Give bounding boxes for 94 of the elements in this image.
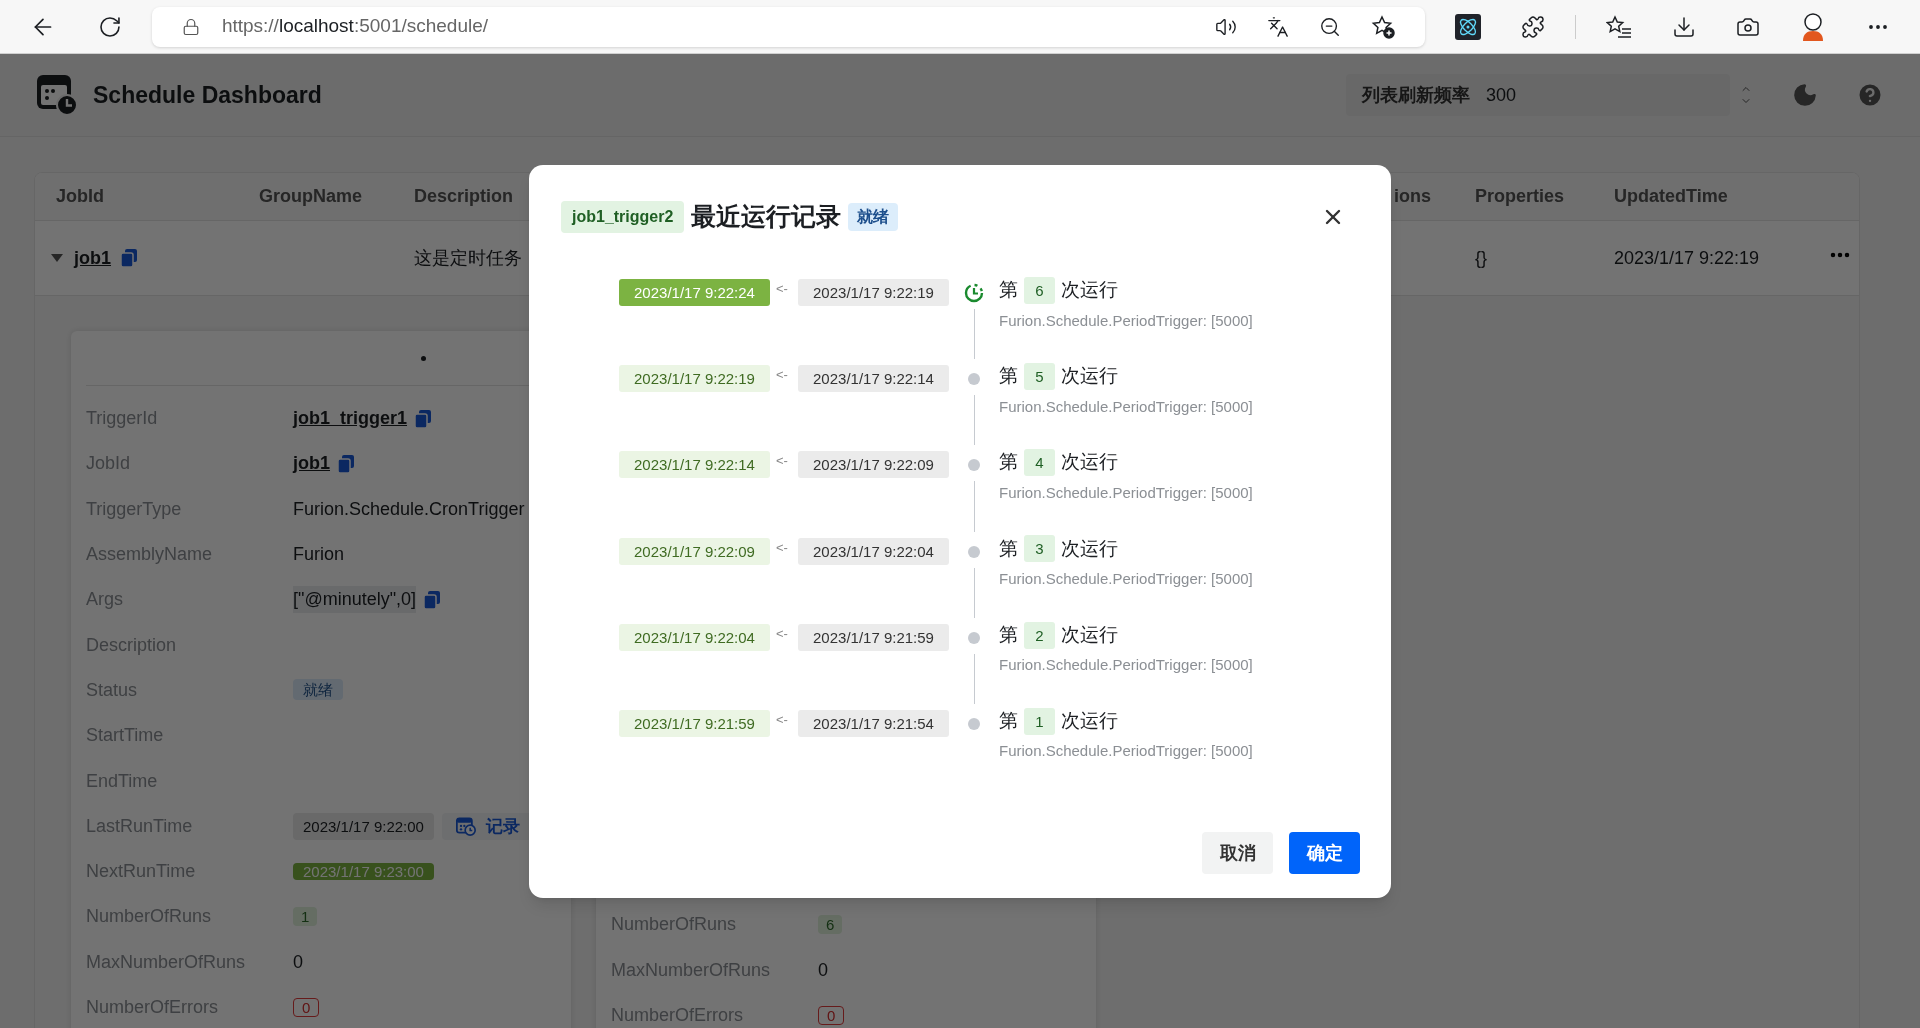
copy-icon[interactable] <box>424 590 441 609</box>
arrow-text: <- <box>776 538 789 557</box>
field-value: 0 <box>818 959 828 980</box>
count-tag: 1 <box>293 906 318 926</box>
run-time-tag: 2023/1/17 9:22:14 <box>619 451 770 479</box>
status-tag: 就绪 <box>293 679 343 701</box>
run-label: 次运行 <box>1061 622 1118 647</box>
run-number: 6 <box>1024 276 1055 304</box>
column-header: GroupName <box>259 185 364 208</box>
copy-icon[interactable] <box>121 249 137 267</box>
table-cell-text: 2023/1/17 9:22:19 <box>1614 246 1761 270</box>
clock-icon <box>964 283 984 303</box>
run-detail: Furion.Schedule.PeriodTrigger: [5000] <box>999 482 1253 503</box>
previous-time-tag: 2023/1/17 9:21:54 <box>798 709 949 737</box>
run-detail: Furion.Schedule.PeriodTrigger: [5000] <box>999 310 1253 331</box>
args-value: ["@minutely",0] <box>293 586 417 614</box>
table-cell-text: 这是定时任务 <box>414 246 523 270</box>
time-tag: 2023/1/17 9:22:00 <box>293 812 434 840</box>
table-cell-text: {} <box>1475 246 1489 270</box>
run-label: 第 <box>999 364 1018 389</box>
calendar-clock-icon <box>455 816 476 837</box>
calendar-clock-icon <box>36 74 78 116</box>
link[interactable]: job1 <box>293 450 330 478</box>
column-header: ions <box>1394 185 1432 208</box>
run-label: 次运行 <box>1061 364 1118 389</box>
run-number: 5 <box>1024 362 1055 390</box>
run-time-tag: 2023/1/17 9:22:04 <box>619 623 770 651</box>
url-text: https://localhost:5001/schedule/ <box>221 14 489 39</box>
column-header: UpdatedTime <box>1614 185 1729 208</box>
zoom-out-icon[interactable] <box>1319 15 1341 38</box>
reload-icon[interactable] <box>97 14 122 39</box>
field-value: Furion.Schedule.CronTrigger <box>293 498 525 519</box>
help-icon[interactable] <box>1856 81 1884 109</box>
error-count-tag: 0 <box>818 1005 845 1025</box>
run-time-tag: 2023/1/17 9:21:59 <box>619 709 770 737</box>
run-label: 第 <box>999 708 1018 733</box>
arrow-text: <- <box>776 710 789 729</box>
run-time-tag: 2023/1/17 9:22:09 <box>619 537 770 565</box>
run-detail: Furion.Schedule.PeriodTrigger: [5000] <box>999 396 1253 417</box>
previous-time-tag: 2023/1/17 9:22:19 <box>798 279 949 306</box>
column-header: JobId <box>56 185 105 208</box>
error-count-tag: 0 <box>293 997 320 1017</box>
translate-icon[interactable] <box>1267 15 1289 38</box>
star-plus-icon[interactable] <box>1371 14 1395 39</box>
run-label: 次运行 <box>1061 450 1118 475</box>
link[interactable]: job1_trigger1 <box>293 405 408 433</box>
previous-time-tag: 2023/1/17 9:22:09 <box>798 451 949 479</box>
run-label: 次运行 <box>1061 278 1118 302</box>
run-number: 2 <box>1024 621 1055 649</box>
run-label: 第 <box>999 450 1018 475</box>
arrow-text: <- <box>776 624 789 643</box>
puzzle-icon[interactable] <box>1521 14 1545 39</box>
previous-time-tag: 2023/1/17 9:21:59 <box>798 623 949 651</box>
run-label: 第 <box>999 536 1018 561</box>
run-label: 第 <box>999 278 1018 302</box>
column-header: Properties <box>1475 185 1566 208</box>
column-header: Description <box>414 185 515 208</box>
arrow-text: <- <box>776 366 789 385</box>
run-number: 1 <box>1024 707 1055 735</box>
run-label: 次运行 <box>1061 536 1118 561</box>
previous-time-tag: 2023/1/17 9:22:04 <box>798 537 949 565</box>
run-detail: Furion.Schedule.PeriodTrigger: [5000] <box>999 569 1253 590</box>
run-time-tag: 2023/1/17 9:22:19 <box>619 365 770 393</box>
trigger-tag: job1_trigger2 <box>561 201 685 233</box>
arrow-text: <- <box>776 280 789 298</box>
download-icon[interactable] <box>1672 14 1696 39</box>
moon-icon[interactable] <box>1792 82 1818 108</box>
run-label: 次运行 <box>1061 708 1118 733</box>
run-number: 3 <box>1024 535 1055 563</box>
run-time-tag: 2023/1/17 9:22:24 <box>619 279 770 306</box>
time-tag: 2023/1/17 9:23:00 <box>293 863 434 881</box>
status-tag: 就绪 <box>848 203 899 231</box>
field-value: Furion <box>293 544 345 565</box>
run-detail: Furion.Schedule.PeriodTrigger: [5000] <box>999 741 1253 762</box>
run-detail: Furion.Schedule.PeriodTrigger: [5000] <box>999 655 1253 676</box>
previous-time-tag: 2023/1/17 9:22:14 <box>798 365 949 393</box>
confirm-button[interactable]: 确定 <box>1289 832 1360 874</box>
dialog-title: 最近运行记录 <box>691 201 842 233</box>
run-number: 4 <box>1024 449 1055 477</box>
run-label: 第 <box>999 622 1018 647</box>
field-value: 0 <box>293 951 303 972</box>
react-extension-icon[interactable] <box>1455 13 1481 40</box>
copy-icon[interactable] <box>338 454 354 473</box>
count-tag: 6 <box>818 914 843 934</box>
cancel-button[interactable]: 取消 <box>1202 832 1273 874</box>
copy-icon[interactable] <box>415 409 432 428</box>
lock-icon <box>181 17 200 36</box>
arrow-text: <- <box>776 452 789 471</box>
avatar-icon[interactable] <box>1800 11 1826 42</box>
favorites-icon[interactable] <box>1606 14 1632 39</box>
app-title: Schedule Dashboard <box>93 80 322 110</box>
job-link[interactable]: job1 <box>74 244 111 272</box>
refresh-rate-field[interactable]: 列表刷新频率 300 <box>1346 74 1730 116</box>
address-bar[interactable]: https://localhost:5001/schedule/ <box>151 6 1425 47</box>
